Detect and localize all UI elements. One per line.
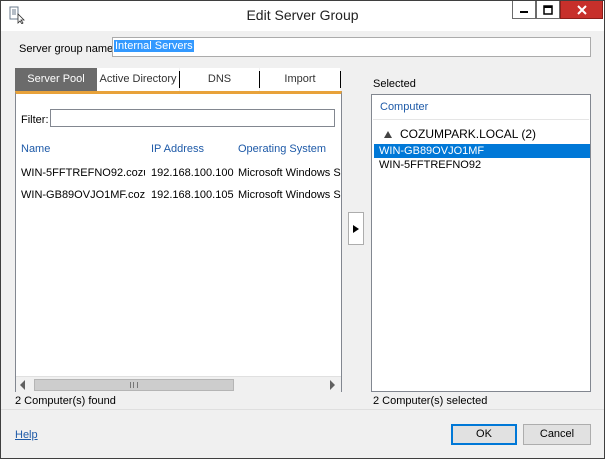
tab-import[interactable]: Import xyxy=(260,68,340,91)
scrollbar-thumb[interactable] xyxy=(34,379,234,391)
scroll-right-icon[interactable] xyxy=(330,380,335,390)
column-header-os[interactable]: Operating System xyxy=(238,143,326,155)
title-bar[interactable]: Edit Server Group xyxy=(1,1,604,31)
filter-input[interactable] xyxy=(50,109,335,127)
close-button[interactable] xyxy=(560,1,603,19)
expand-triangle-icon[interactable] xyxy=(384,131,392,138)
tab-active-directory[interactable]: Active Directory xyxy=(97,68,179,91)
server-group-name-input[interactable]: Internal Servers xyxy=(112,37,591,57)
minimize-icon xyxy=(520,10,528,13)
help-link[interactable]: Help xyxy=(15,429,38,441)
computers-selected-status: 2 Computer(s) selected xyxy=(373,395,488,407)
right-arrow-icon xyxy=(353,224,359,233)
minimize-button[interactable] xyxy=(512,1,536,19)
maximize-button[interactable] xyxy=(536,1,560,19)
domain-group-label: COZUMPARK.LOCAL (2) xyxy=(400,127,537,141)
filter-label: Filter: xyxy=(21,114,49,126)
column-header-computer[interactable]: Computer xyxy=(380,101,428,113)
server-pool-panel: Filter: Name IP Address Operating System… xyxy=(15,91,342,393)
selected-computers-panel: Computer COZUMPARK.LOCAL (2) WIN-GB89OVJ… xyxy=(371,94,591,392)
tab-dns[interactable]: DNS xyxy=(180,68,259,91)
server-group-name-label: Server group name xyxy=(19,43,114,55)
computers-found-status: 2 Computer(s) found xyxy=(15,395,116,407)
column-header-ip[interactable]: IP Address xyxy=(151,143,204,155)
footer-divider xyxy=(1,409,604,410)
add-to-selected-button[interactable] xyxy=(348,212,364,245)
tab-server-pool[interactable]: Server Pool xyxy=(15,68,97,91)
server-row-2-os[interactable]: Microsoft Windows Ser xyxy=(238,189,341,201)
ok-button[interactable]: OK xyxy=(451,424,517,445)
server-row-1-name[interactable]: WIN-5FFTREFNO92.cozu... xyxy=(21,167,145,179)
server-row-1-os[interactable]: Microsoft Windows Ser xyxy=(238,167,341,179)
column-header-name[interactable]: Name xyxy=(21,143,50,155)
server-row-1-ip[interactable]: 192.168.100.100 xyxy=(151,167,236,179)
server-group-name-value: Internal Servers xyxy=(114,40,194,52)
grip-icon xyxy=(130,382,138,388)
tab-strip: Server Pool Active Directory DNS Import xyxy=(15,68,342,91)
selected-label: Selected xyxy=(373,78,416,90)
scroll-left-icon[interactable] xyxy=(20,380,25,390)
edit-server-group-dialog: Edit Server Group Server group name Inte… xyxy=(0,0,605,459)
close-icon xyxy=(576,4,587,15)
horizontal-scrollbar[interactable] xyxy=(16,376,341,393)
selected-computer-1[interactable]: WIN-GB89OVJO1MF xyxy=(374,144,590,158)
server-row-2-name[interactable]: WIN-GB89OVJO1MF.coz... xyxy=(21,189,145,201)
server-row-2-ip[interactable]: 192.168.100.105 xyxy=(151,189,236,201)
domain-group-row[interactable]: COZUMPARK.LOCAL (2) xyxy=(384,127,536,141)
cancel-button[interactable]: Cancel xyxy=(523,424,591,445)
header-divider xyxy=(373,119,589,120)
selected-computer-2[interactable]: WIN-5FFTREFNO92 xyxy=(374,158,590,172)
tab-divider xyxy=(340,71,341,88)
maximize-icon xyxy=(543,4,553,15)
dialog-body: Server group name Internal Servers Serve… xyxy=(1,31,604,458)
